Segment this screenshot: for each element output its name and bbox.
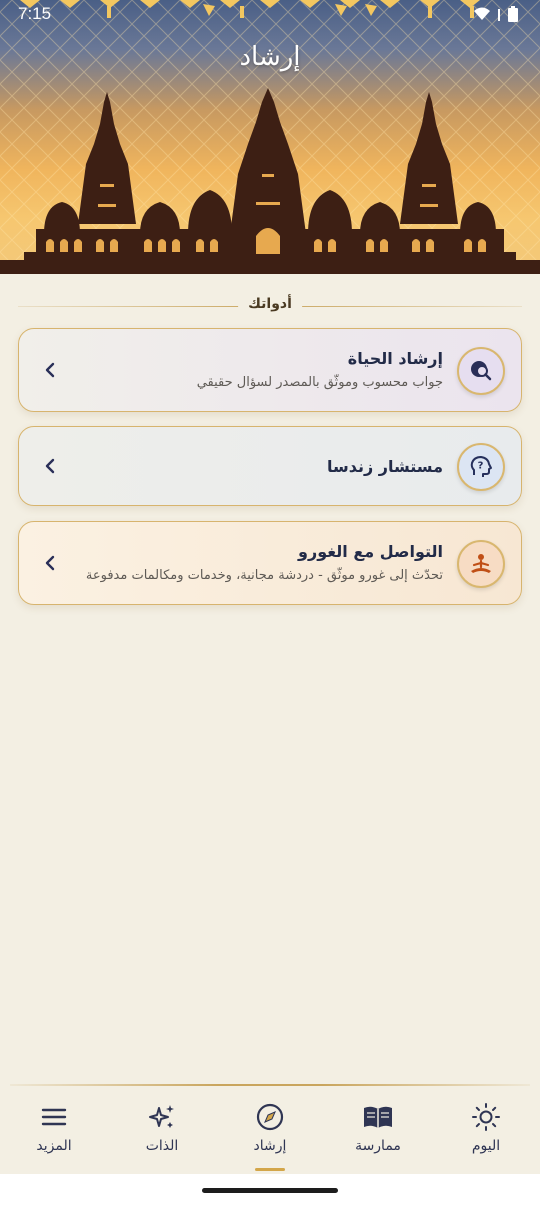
header-banner: 7:15 إرشاد (0, 0, 540, 274)
nav-item-guidance[interactable]: إرشاد (225, 1102, 315, 1171)
question-head-icon: ? (470, 456, 492, 477)
chevron-left-icon (45, 458, 55, 474)
meditation-icon (471, 554, 491, 573)
signal-icon (498, 9, 500, 21)
chevron-left-icon (45, 555, 55, 571)
nav-label: ممارسة (355, 1138, 401, 1154)
nav-label: إرشاد (253, 1138, 287, 1154)
card-life-guidance[interactable]: إرشاد الحياة جواب محسوب وموثّق بالمصدر ل… (18, 328, 522, 412)
card-subtitle: جواب محسوب وموثّق بالمصدر لسؤال حقيقي (196, 375, 443, 390)
section-label: أدواتك (238, 296, 302, 312)
nav-item-practice[interactable]: ممارسة (333, 1102, 423, 1168)
wifi-icon (474, 7, 490, 20)
card-subtitle: تحدّث إلى غورو موثّق - دردشة مجانية، وخد… (85, 568, 443, 583)
card-icon-container (457, 540, 505, 588)
active-indicator (255, 1168, 285, 1171)
battery-icon (508, 6, 518, 22)
home-gesture-bar[interactable] (202, 1188, 338, 1193)
card-title: مستشار زندسا (327, 457, 443, 476)
nav-label: الذات (145, 1138, 179, 1154)
system-navigation-bar (0, 1174, 540, 1205)
nav-item-self[interactable]: الذات (117, 1102, 207, 1168)
page-title: إرشاد (239, 42, 301, 72)
status-icons (474, 6, 518, 22)
nav-item-more[interactable]: المزيد (9, 1102, 99, 1168)
card-icon-container (457, 347, 505, 395)
status-bar: 7:15 (0, 0, 540, 30)
nav-divider (10, 1084, 530, 1086)
sparkle-icon (149, 1105, 174, 1128)
temple-silhouette (0, 88, 540, 274)
nav-label: اليوم (471, 1138, 501, 1154)
chevron-left-icon (45, 362, 55, 378)
book-icon (364, 1106, 392, 1128)
card-icon-container: ? (457, 443, 505, 491)
card-title: إرشاد الحياة (347, 349, 443, 368)
section-header: أدواتك (18, 292, 522, 322)
nav-label: المزيد (36, 1138, 72, 1154)
menu-icon (41, 1108, 67, 1126)
card-guru-connect[interactable]: التواصل مع الغورو تحدّث إلى غورو موثّق -… (18, 521, 522, 605)
bottom-navigation: اليوم ممارسة إرشاد الذات المزيد (0, 1084, 540, 1174)
sun-icon (472, 1103, 500, 1131)
search-globe-icon (471, 361, 492, 381)
svg-text:?: ? (478, 461, 484, 472)
nav-item-today[interactable]: اليوم (441, 1102, 531, 1168)
card-title: التواصل مع الغورو (298, 542, 443, 561)
status-time: 7:15 (18, 4, 52, 23)
compass-icon (256, 1103, 284, 1131)
card-zindsa-advisor[interactable]: ? مستشار زندسا (18, 426, 522, 506)
